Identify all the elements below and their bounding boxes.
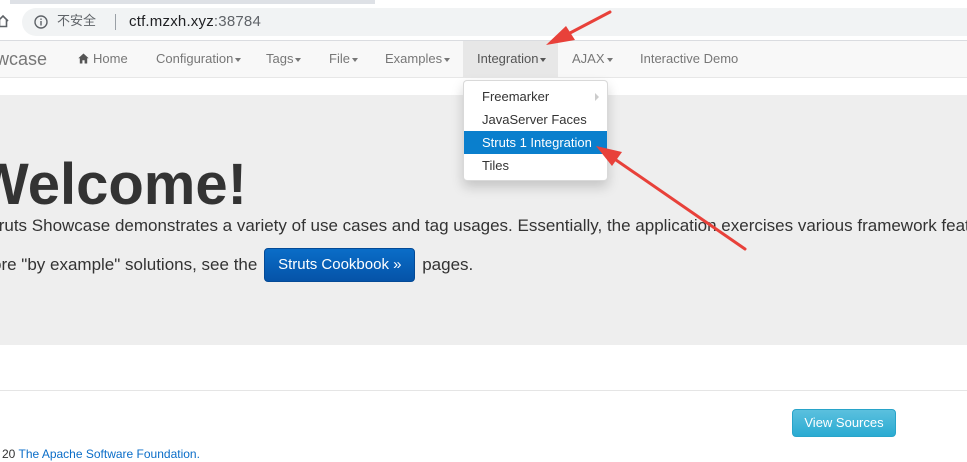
- nav-tags[interactable]: Tags: [254, 41, 313, 77]
- brand-link[interactable]: wcase: [0, 48, 47, 70]
- nav-interactive-demo-label: Interactive Demo: [640, 51, 739, 66]
- nav-interactive-demo[interactable]: Interactive Demo: [628, 41, 750, 77]
- caret-down-icon: [351, 57, 358, 62]
- view-sources-button[interactable]: View Sources: [792, 409, 896, 437]
- cookbook-text: ore "by example" solutions, see the Stru…: [0, 248, 473, 282]
- struts-cookbook-button[interactable]: Struts Cookbook »: [264, 248, 416, 282]
- welcome-heading: Welcome!: [0, 152, 247, 217]
- caret-down-icon: [444, 57, 451, 62]
- integration-dropdown-menu: Freemarker JavaServer Faces Struts 1 Int…: [463, 80, 608, 181]
- menu-item-tiles-label: Tiles: [482, 158, 509, 173]
- menu-item-freemarker-label: Freemarker: [482, 89, 550, 104]
- apache-foundation-link[interactable]: The Apache Software Foundation.: [18, 447, 199, 461]
- nav-ajax-label: AJAX: [572, 51, 605, 66]
- copyright-text: 20 The Apache Software Foundation.: [2, 446, 200, 462]
- url-host: ctf.mzxh.xyz: [129, 13, 214, 30]
- menu-item-freemarker[interactable]: Freemarker: [464, 85, 607, 108]
- info-icon[interactable]: [34, 15, 48, 29]
- caret-down-icon: [295, 57, 302, 62]
- address-bar: 不安全 ctf.mzxh.xyz:38784: [0, 4, 967, 41]
- nav-examples[interactable]: Examples: [373, 41, 462, 77]
- insecure-label: 不安全: [57, 14, 97, 29]
- menu-item-struts1-integration-label: Struts 1 Integration: [482, 135, 592, 150]
- nav-home-label: Home: [93, 51, 128, 66]
- caret-down-icon: [540, 57, 547, 62]
- nav-integration[interactable]: Integration: [463, 41, 558, 77]
- nav-integration-label: Integration: [477, 51, 539, 66]
- cookbook-text-after: pages.: [422, 255, 474, 274]
- nav-configuration-label: Configuration: [156, 51, 234, 66]
- menu-item-javaserver-faces-label: JavaServer Faces: [482, 112, 587, 127]
- home-glyph-icon: [78, 53, 89, 64]
- cookbook-text-before: ore "by example" solutions, see the: [0, 255, 258, 274]
- url-separator: [115, 14, 116, 30]
- url-text[interactable]: ctf.mzxh.xyz:38784: [129, 12, 261, 32]
- footer-divider: [0, 390, 967, 391]
- nav-examples-label: Examples: [385, 51, 443, 66]
- url-port: :38784: [213, 13, 262, 30]
- nav-file-label: File: [329, 51, 350, 66]
- copyright-prefix: 20: [2, 447, 16, 461]
- home-icon[interactable]: [0, 14, 10, 28]
- nav-ajax[interactable]: AJAX: [560, 41, 625, 77]
- nav-home[interactable]: Home: [66, 41, 140, 77]
- omnibox[interactable]: 不安全 ctf.mzxh.xyz:38784: [22, 8, 967, 36]
- menu-item-javaserver-faces[interactable]: JavaServer Faces: [464, 108, 607, 131]
- menu-item-struts1-integration[interactable]: Struts 1 Integration: [464, 131, 607, 154]
- intro-text: truts Showcase demonstrates a variety of…: [0, 216, 967, 235]
- navbar: wcase Home Configuration Tags File Examp…: [0, 41, 967, 78]
- caret-down-icon: [235, 57, 242, 62]
- submenu-arrow-icon: [595, 93, 599, 101]
- nav-tags-label: Tags: [266, 51, 294, 66]
- nav-configuration[interactable]: Configuration: [144, 41, 253, 77]
- caret-down-icon: [606, 57, 613, 62]
- nav-file[interactable]: File: [317, 41, 370, 77]
- menu-item-tiles[interactable]: Tiles: [464, 154, 607, 177]
